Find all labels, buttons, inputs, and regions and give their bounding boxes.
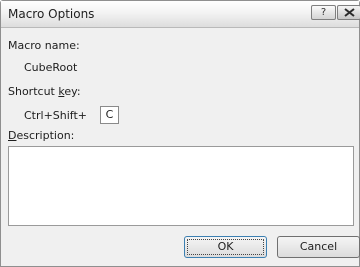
description-label-rest: escription: [16, 129, 75, 142]
shortcut-label-prefix: Shortcut [8, 85, 59, 98]
close-icon [343, 8, 355, 17]
title-bar[interactable]: Macro Options ? [1, 1, 360, 28]
macro-name-value: CubeRoot [24, 61, 78, 74]
help-button[interactable]: ? [311, 5, 336, 20]
description-label: Description: [8, 129, 74, 142]
macro-options-dialog: Macro Options ? Macro name: CubeRoot Sho… [0, 0, 360, 267]
ok-button-label: OK [187, 239, 264, 255]
shortcut-modifier-text: Ctrl+Shift+ [24, 109, 88, 122]
ok-button[interactable]: OK [184, 236, 267, 258]
dialog-title: Macro Options [8, 7, 95, 21]
shortcut-key-label: Shortcut key: [8, 85, 81, 98]
shortcut-label-suffix: ey: [64, 85, 81, 98]
shortcut-key-input[interactable]: C [100, 106, 119, 124]
description-textarea[interactable] [8, 146, 354, 226]
cancel-button[interactable]: Cancel [277, 236, 360, 258]
macro-name-label: Macro name: [8, 39, 80, 52]
close-button[interactable] [337, 5, 360, 20]
